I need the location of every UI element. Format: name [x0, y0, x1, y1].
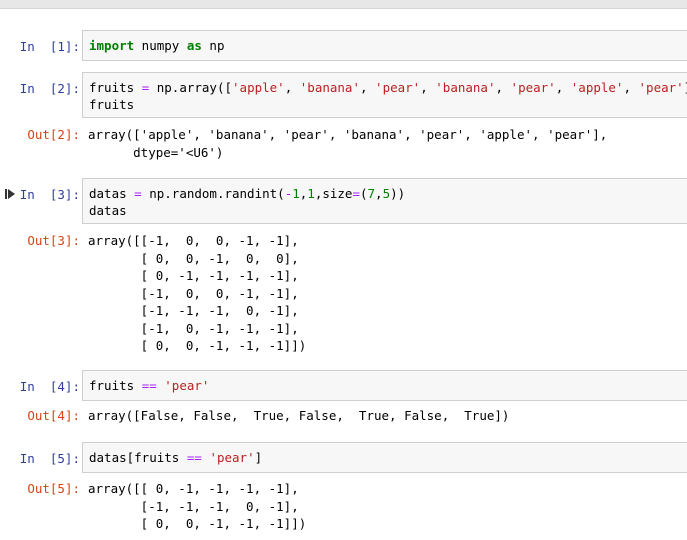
in-prompt: In [4]:	[19, 379, 80, 394]
code-token: numpy	[134, 38, 187, 53]
code-token: 'pear'	[510, 80, 556, 95]
code-token: 'pear'	[638, 80, 684, 95]
code-input[interactable]: datas[fruits == 'pear']	[89, 449, 687, 466]
code-token: 'pear'	[164, 378, 210, 393]
code-line: datas[fruits == 'pear']	[89, 449, 687, 466]
code-token: 'banana'	[299, 80, 360, 95]
out-prompt: Out[3]:	[27, 233, 80, 248]
code-token: datas	[89, 203, 127, 218]
code-token: 1	[307, 186, 315, 201]
code-token: ]	[254, 450, 263, 465]
code-token: 'apple'	[232, 80, 285, 95]
code-line: fruits == 'pear'	[89, 377, 687, 394]
code-token: 5	[382, 186, 391, 201]
notebook-toolbar-edge	[0, 0, 687, 9]
code-token: ,	[375, 186, 383, 201]
code-token: 1	[292, 186, 300, 201]
code-input[interactable]: fruits = np.array(['apple', 'banana', 'p…	[89, 79, 687, 113]
code-token: 'apple'	[570, 80, 624, 95]
input-area[interactable]: import numpy as np	[82, 30, 687, 61]
code-token: (	[359, 186, 368, 201]
cell-output: array([[-1, 0, 0, -1, -1], [ 0, 0, -1, 0…	[88, 233, 307, 353]
code-token: 'pear'	[209, 450, 255, 465]
code-line: fruits = np.array(['apple', 'banana', 'p…	[89, 79, 687, 96]
out-prompt: Out[5]:	[27, 481, 80, 496]
in-prompt: In [2]:	[19, 81, 80, 96]
code-token: as	[186, 38, 202, 53]
in-prompt: In [5]:	[19, 451, 80, 466]
code-token: ,	[623, 80, 639, 95]
code-input[interactable]: import numpy as np	[89, 37, 687, 54]
code-input[interactable]: fruits == 'pear'	[89, 377, 687, 394]
cell-output: array(['apple', 'banana', 'pear', 'banan…	[88, 127, 608, 160]
code-token: np.random.randint(	[141, 186, 285, 201]
code-line: datas = np.random.randint(-1,1,size=(7,5…	[89, 185, 687, 202]
code-token: ,size	[314, 186, 353, 201]
code-token: np.array([	[149, 80, 233, 95]
code-token: datas	[89, 186, 135, 201]
code-token: fruits	[89, 80, 142, 95]
code-token: fruits	[89, 97, 135, 112]
code-token: ,	[420, 80, 436, 95]
code-token: ))	[390, 186, 406, 201]
out-prompt: Out[2]:	[27, 127, 80, 142]
code-token: ,	[495, 80, 511, 95]
code-token: ,	[284, 80, 300, 95]
code-token: ,	[555, 80, 571, 95]
in-prompt: In [3]:	[19, 187, 80, 202]
code-token: fruits	[89, 378, 142, 393]
cell-output: array([False, False, True, False, True, …	[88, 408, 510, 423]
in-prompt: In [1]:	[19, 39, 80, 54]
out-prompt: Out[4]:	[27, 408, 80, 423]
cell-output: array([[ 0, -1, -1, -1, -1], [-1, -1, -1…	[88, 481, 307, 531]
code-line: fruits	[89, 96, 687, 113]
input-area[interactable]: datas[fruits == 'pear']	[82, 442, 687, 473]
code-token: ==	[186, 450, 202, 465]
code-line: datas	[89, 202, 687, 219]
code-token: ,	[359, 80, 376, 95]
code-token: =	[352, 186, 360, 201]
input-area[interactable]: fruits == 'pear'	[82, 370, 687, 401]
code-token: import	[89, 38, 135, 53]
input-area[interactable]: fruits = np.array(['apple', 'banana', 'p…	[82, 72, 687, 118]
code-token: =	[134, 186, 142, 201]
code-line: import numpy as np	[89, 37, 687, 54]
code-token: 'pear'	[375, 80, 421, 95]
code-token: datas[fruits	[89, 450, 187, 465]
code-token: ==	[141, 378, 157, 393]
code-token: 7	[367, 186, 376, 201]
code-input[interactable]: datas = np.random.randint(-1,1,size=(7,5…	[89, 185, 687, 219]
code-token: 'banana'	[435, 80, 496, 95]
input-area[interactable]: datas = np.random.randint(-1,1,size=(7,5…	[82, 178, 687, 224]
code-token: np	[201, 38, 225, 53]
